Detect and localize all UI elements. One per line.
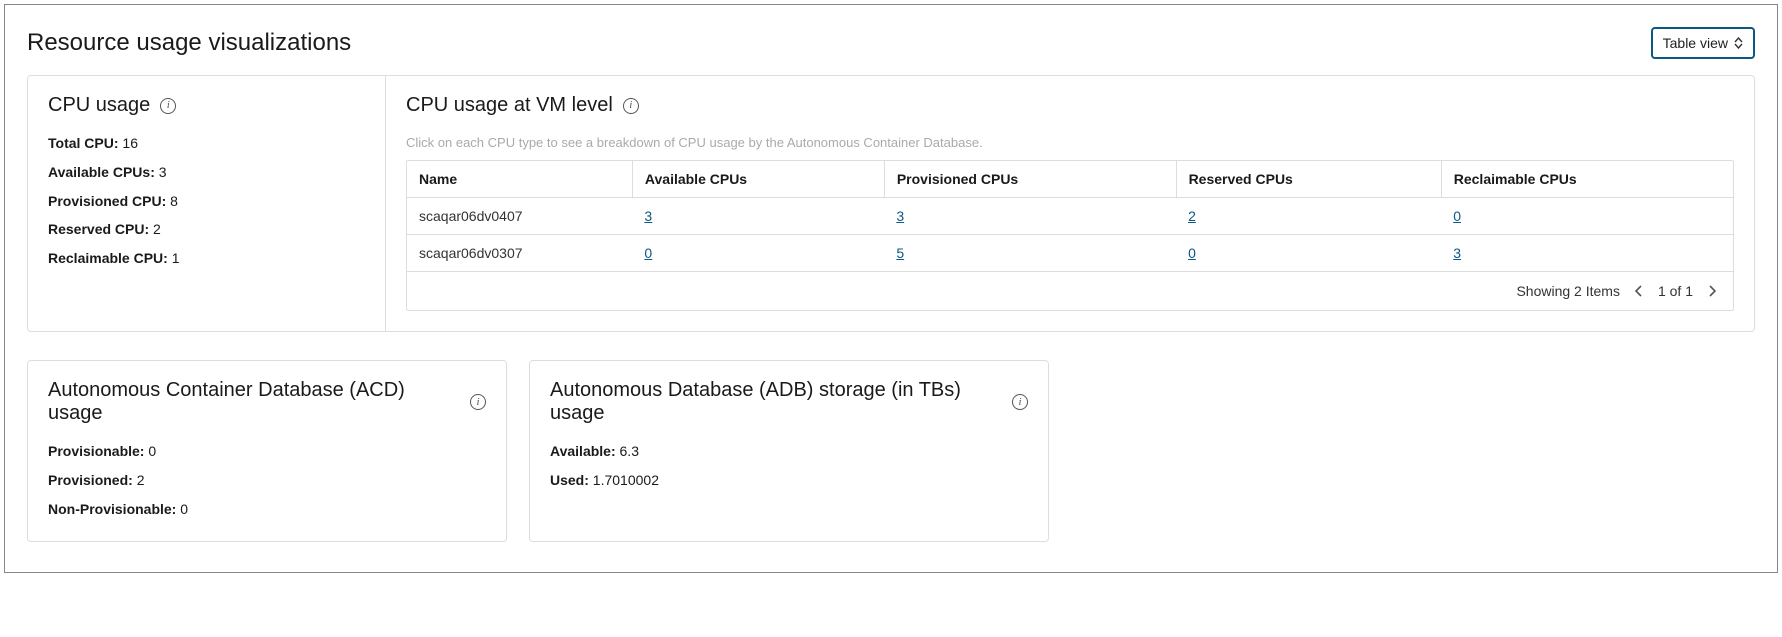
vm-level-title: CPU usage at VM level	[406, 94, 613, 117]
vm-table: Name Available CPUs Provisioned CPUs Res…	[406, 160, 1734, 311]
panel-title-row: Autonomous Database (ADB) storage (in TB…	[550, 379, 1028, 425]
kv-label: Used:	[550, 472, 589, 488]
chevron-updown-icon	[1734, 37, 1743, 49]
top-row: CPU usage i Total CPU: 16 Available CPUs…	[27, 75, 1755, 332]
col-available: Available CPUs	[632, 161, 884, 198]
page-indicator: 1 of 1	[1658, 283, 1693, 299]
kv-value: 6.3	[620, 443, 639, 459]
acd-list: Provisionable: 0 Provisioned: 2 Non-Prov…	[48, 443, 486, 517]
page-title: Resource usage visualizations	[27, 29, 351, 57]
table-header-row: Name Available CPUs Provisioned CPUs Res…	[407, 161, 1733, 198]
cell-name: scaqar06dv0307	[407, 235, 632, 272]
total-cpu-item: Total CPU: 16	[48, 135, 365, 152]
cpu-usage-title: CPU usage	[48, 94, 150, 117]
available-cpus-item: Available CPUs: 3	[48, 164, 365, 181]
kv-label: Provisioned:	[48, 472, 133, 488]
kv-value: 1	[172, 250, 180, 266]
kv-value: 1.7010002	[593, 472, 659, 488]
cell-reclaimable-link[interactable]: 3	[1453, 245, 1461, 261]
cell-available-link[interactable]: 3	[644, 208, 652, 224]
vm-level-panel: CPU usage at VM level i Click on each CP…	[386, 76, 1754, 331]
panel-title-row: CPU usage at VM level i	[406, 94, 1734, 117]
cell-provisioned-link[interactable]: 3	[896, 208, 904, 224]
kv-label: Available CPUs:	[48, 164, 155, 180]
cell-reserved-link[interactable]: 0	[1188, 245, 1196, 261]
adb-used-item: Used: 1.7010002	[550, 472, 1028, 489]
adb-storage-panel: Autonomous Database (ADB) storage (in TB…	[529, 360, 1049, 542]
info-icon[interactable]: i	[160, 98, 176, 114]
table-footer: Showing 2 Items 1 of 1	[407, 272, 1733, 310]
kv-label: Provisioned CPU:	[48, 193, 166, 209]
acd-provisioned-item: Provisioned: 2	[48, 472, 486, 489]
table-row: scaqar06dv0307 0 5 0 3	[407, 235, 1733, 272]
kv-label: Reclaimable CPU:	[48, 250, 168, 266]
kv-value: 0	[148, 443, 156, 459]
col-reclaimable: Reclaimable CPUs	[1441, 161, 1733, 198]
kv-value: 8	[170, 193, 178, 209]
kv-value: 2	[137, 472, 145, 488]
kv-value: 16	[122, 135, 138, 151]
table-row: scaqar06dv0407 3 3 2 0	[407, 198, 1733, 235]
acd-nonprovisionable-item: Non-Provisionable: 0	[48, 501, 486, 518]
kv-label: Non-Provisionable:	[48, 501, 176, 517]
cell-provisioned-link[interactable]: 5	[896, 245, 904, 261]
acd-provisionable-item: Provisionable: 0	[48, 443, 486, 460]
adb-list: Available: 6.3 Used: 1.7010002	[550, 443, 1028, 489]
provisioned-cpu-item: Provisioned CPU: 8	[48, 193, 365, 210]
kv-value: 0	[180, 501, 188, 517]
page-next-button[interactable]	[1703, 282, 1721, 300]
adb-available-item: Available: 6.3	[550, 443, 1028, 460]
col-reserved: Reserved CPUs	[1176, 161, 1441, 198]
cell-reserved-link[interactable]: 2	[1188, 208, 1196, 224]
reserved-cpu-item: Reserved CPU: 2	[48, 221, 365, 238]
kv-label: Reserved CPU:	[48, 221, 149, 237]
col-name: Name	[407, 161, 632, 198]
info-icon[interactable]: i	[623, 98, 639, 114]
cpu-usage-list: Total CPU: 16 Available CPUs: 3 Provisio…	[48, 135, 365, 267]
header-row: Resource usage visualizations Table view	[27, 27, 1755, 59]
reclaimable-cpu-item: Reclaimable CPU: 1	[48, 250, 365, 267]
kv-value: 2	[153, 221, 161, 237]
panel-title-row: Autonomous Container Database (ACD) usag…	[48, 379, 486, 425]
showing-text: Showing 2 Items	[1516, 283, 1620, 299]
info-icon[interactable]: i	[470, 394, 486, 410]
view-toggle-label: Table view	[1663, 35, 1728, 51]
kv-label: Available:	[550, 443, 616, 459]
vm-hint-text: Click on each CPU type to see a breakdow…	[406, 135, 1734, 150]
panel-title-row: CPU usage i	[48, 94, 365, 117]
page-prev-button[interactable]	[1630, 282, 1648, 300]
bottom-row: Autonomous Container Database (ACD) usag…	[27, 360, 1755, 542]
kv-value: 3	[159, 164, 167, 180]
col-provisioned: Provisioned CPUs	[884, 161, 1176, 198]
kv-label: Total CPU:	[48, 135, 119, 151]
kv-label: Provisionable:	[48, 443, 144, 459]
view-toggle-button[interactable]: Table view	[1651, 27, 1755, 59]
resource-usage-section: Resource usage visualizations Table view…	[4, 4, 1778, 573]
info-icon[interactable]: i	[1012, 394, 1028, 410]
cell-available-link[interactable]: 0	[644, 245, 652, 261]
acd-usage-panel: Autonomous Container Database (ACD) usag…	[27, 360, 507, 542]
cell-name: scaqar06dv0407	[407, 198, 632, 235]
adb-title: Autonomous Database (ADB) storage (in TB…	[550, 379, 1002, 425]
cpu-usage-panel: CPU usage i Total CPU: 16 Available CPUs…	[28, 76, 386, 331]
cell-reclaimable-link[interactable]: 0	[1453, 208, 1461, 224]
acd-title: Autonomous Container Database (ACD) usag…	[48, 379, 460, 425]
